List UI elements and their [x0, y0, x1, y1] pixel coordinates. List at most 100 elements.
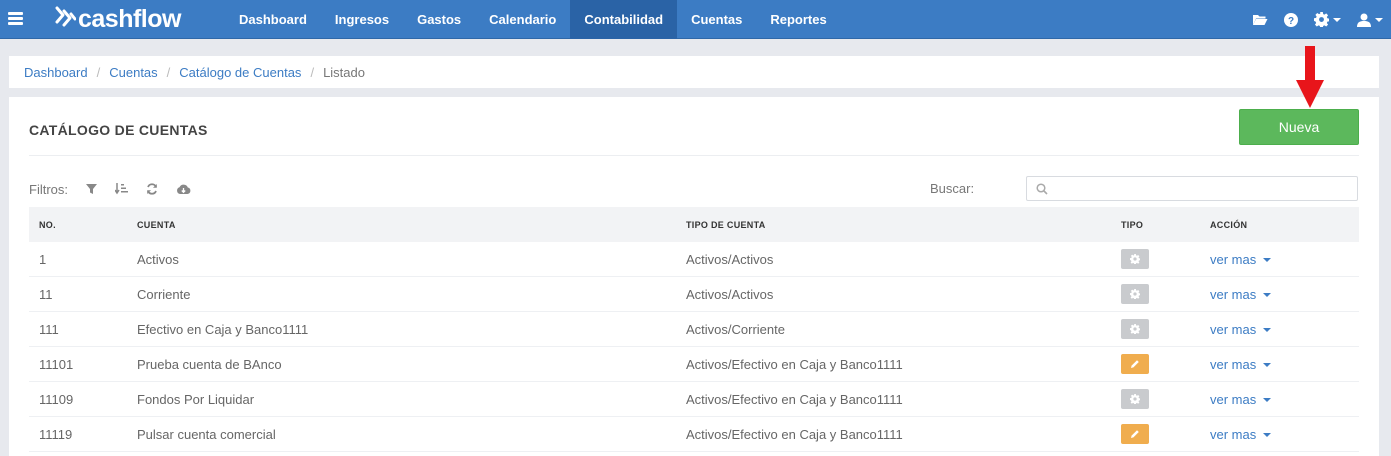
gear-icon[interactable]: [1121, 389, 1149, 409]
table-row: 11 Corriente Activos/Activos ver mas: [29, 277, 1359, 312]
svg-text:?: ?: [1288, 16, 1294, 27]
cloud-download-icon[interactable]: [176, 184, 191, 195]
folder-open-icon[interactable]: [1252, 13, 1268, 26]
ver-mas-dropdown[interactable]: ver mas: [1210, 322, 1359, 337]
breadcrumb: Dashboard / Cuentas / Catálogo de Cuenta…: [9, 56, 1379, 88]
nav-item-dashboard[interactable]: Dashboard: [225, 0, 321, 39]
brand-name: cashflow: [78, 4, 181, 33]
divider: [29, 155, 1359, 156]
nav-item-calendario[interactable]: Calendario: [475, 0, 570, 39]
navbar-actions: ?: [1236, 0, 1383, 39]
new-account-button[interactable]: Nueva: [1239, 109, 1359, 145]
ver-mas-dropdown[interactable]: ver mas: [1210, 252, 1359, 267]
sort-icon[interactable]: [115, 183, 128, 195]
nav-item-ingresos[interactable]: Ingresos: [321, 0, 403, 39]
table-row: 11101 Prueba cuenta de BAnco Activos/Efe…: [29, 347, 1359, 382]
chevron-down-icon: [1263, 292, 1272, 297]
column-header-cuenta[interactable]: CUENTA: [127, 220, 676, 230]
cell-cuenta: Activos: [137, 251, 179, 267]
refresh-icon[interactable]: [146, 183, 158, 195]
nav-item-cuentas[interactable]: Cuentas: [677, 0, 756, 39]
chevron-down-icon: [1375, 17, 1383, 22]
ver-mas-dropdown[interactable]: ver mas: [1210, 427, 1359, 442]
chevron-down-icon: [1263, 397, 1272, 402]
table-row: 111 Efectivo en Caja y Banco1111 Activos…: [29, 312, 1359, 347]
search-input[interactable]: [1055, 179, 1350, 198]
cell-cuenta: Prueba cuenta de BAnco: [137, 356, 282, 372]
cell-accion: ver mas: [1200, 357, 1359, 372]
chevron-down-icon: [1333, 17, 1341, 22]
cashflow-logo-icon: [55, 6, 76, 27]
cell-no: 11119: [39, 426, 73, 442]
table-row: 1 Activos Activos/Activos ver mas: [29, 242, 1359, 277]
pencil-icon[interactable]: [1121, 354, 1149, 374]
chevron-down-icon: [1263, 327, 1272, 332]
brand[interactable]: cashflow: [54, 4, 181, 34]
chevron-down-icon: [1263, 257, 1272, 262]
user-dropdown[interactable]: [1357, 13, 1383, 27]
filter-icon[interactable]: [86, 184, 97, 194]
cell-tipo: [1111, 354, 1200, 374]
cell-cuenta: Fondos Por Liquidar: [137, 391, 255, 407]
gear-icon[interactable]: [1121, 284, 1149, 304]
nav-item-gastos[interactable]: Gastos: [403, 0, 475, 39]
breadcrumb-cuentas[interactable]: Cuentas: [109, 65, 157, 80]
ver-mas-dropdown[interactable]: ver mas: [1210, 392, 1359, 407]
red-arrow-annotation-icon: [1296, 46, 1324, 108]
table-row: 11119 Pulsar cuenta comercial Activos/Ef…: [29, 417, 1359, 452]
cell-tipo-cuenta: Activos/Corriente: [686, 321, 785, 337]
breadcrumb-separator: /: [96, 64, 101, 80]
cell-tipo: [1111, 389, 1200, 409]
ver-mas-label: ver mas: [1210, 286, 1257, 302]
cell-no: 11101: [39, 356, 74, 372]
menu-icon[interactable]: [8, 12, 23, 25]
gear-icon[interactable]: [1121, 319, 1149, 339]
ver-mas-label: ver mas: [1210, 321, 1257, 337]
ver-mas-label: ver mas: [1210, 426, 1257, 442]
help-icon[interactable]: ?: [1284, 12, 1298, 27]
cell-cuenta: Efectivo en Caja y Banco1111: [137, 321, 309, 337]
cell-tipo: [1111, 319, 1200, 339]
ver-mas-label: ver mas: [1210, 391, 1257, 407]
search-box: [1026, 176, 1358, 201]
filters-bar: Filtros:: [29, 181, 191, 197]
nav-item-contabilidad[interactable]: Contabilidad: [570, 0, 678, 39]
ver-mas-label: ver mas: [1210, 356, 1257, 372]
cell-tipo: [1111, 284, 1200, 304]
cell-tipo-cuenta: Activos/Efectivo en Caja y Banco1111: [686, 391, 903, 407]
cell-accion: ver mas: [1200, 392, 1359, 407]
cell-accion: ver mas: [1200, 322, 1359, 337]
ver-mas-label: ver mas: [1210, 251, 1257, 267]
breadcrumb-catalogo[interactable]: Catálogo de Cuentas: [179, 65, 301, 80]
settings-dropdown[interactable]: [1314, 12, 1341, 27]
nav-item-reportes[interactable]: Reportes: [756, 0, 840, 39]
cell-no: 11: [39, 286, 53, 302]
gear-icon: [1314, 12, 1329, 27]
column-header-tipo-cuenta[interactable]: TIPO DE CUENTA: [676, 220, 1111, 230]
column-header-tipo[interactable]: TIPO: [1111, 220, 1200, 230]
cell-accion: ver mas: [1200, 427, 1359, 442]
breadcrumb-separator: /: [166, 64, 171, 80]
cell-tipo-cuenta: Activos/Efectivo en Caja y Banco1111: [686, 426, 903, 442]
cell-tipo: [1111, 249, 1200, 269]
page-title: CATÁLOGO DE CUENTAS: [29, 122, 208, 138]
cell-no: 11109: [39, 391, 74, 407]
column-header-no[interactable]: NO.: [29, 220, 127, 230]
breadcrumb-current: Listado: [323, 64, 365, 80]
ver-mas-dropdown[interactable]: ver mas: [1210, 357, 1359, 372]
table-row: 11109 Fondos Por Liquidar Activos/Efecti…: [29, 382, 1359, 417]
chevron-down-icon: [1263, 362, 1272, 367]
search-icon: [1036, 183, 1048, 195]
cell-tipo-cuenta: Activos/Efectivo en Caja y Banco1111: [686, 356, 903, 372]
ver-mas-dropdown[interactable]: ver mas: [1210, 287, 1359, 302]
gear-icon[interactable]: [1121, 249, 1149, 269]
user-icon: [1357, 13, 1371, 27]
breadcrumb-dashboard[interactable]: Dashboard: [24, 65, 88, 80]
pencil-icon[interactable]: [1121, 424, 1149, 444]
accounts-table: NO. CUENTA TIPO DE CUENTA TIPO ACCIÓN 1 …: [29, 207, 1359, 452]
cell-accion: ver mas: [1200, 252, 1359, 267]
search-label: Buscar:: [930, 181, 975, 196]
cell-cuenta: Pulsar cuenta comercial: [137, 426, 276, 442]
cell-accion: ver mas: [1200, 287, 1359, 302]
chevron-down-icon: [1263, 432, 1272, 437]
